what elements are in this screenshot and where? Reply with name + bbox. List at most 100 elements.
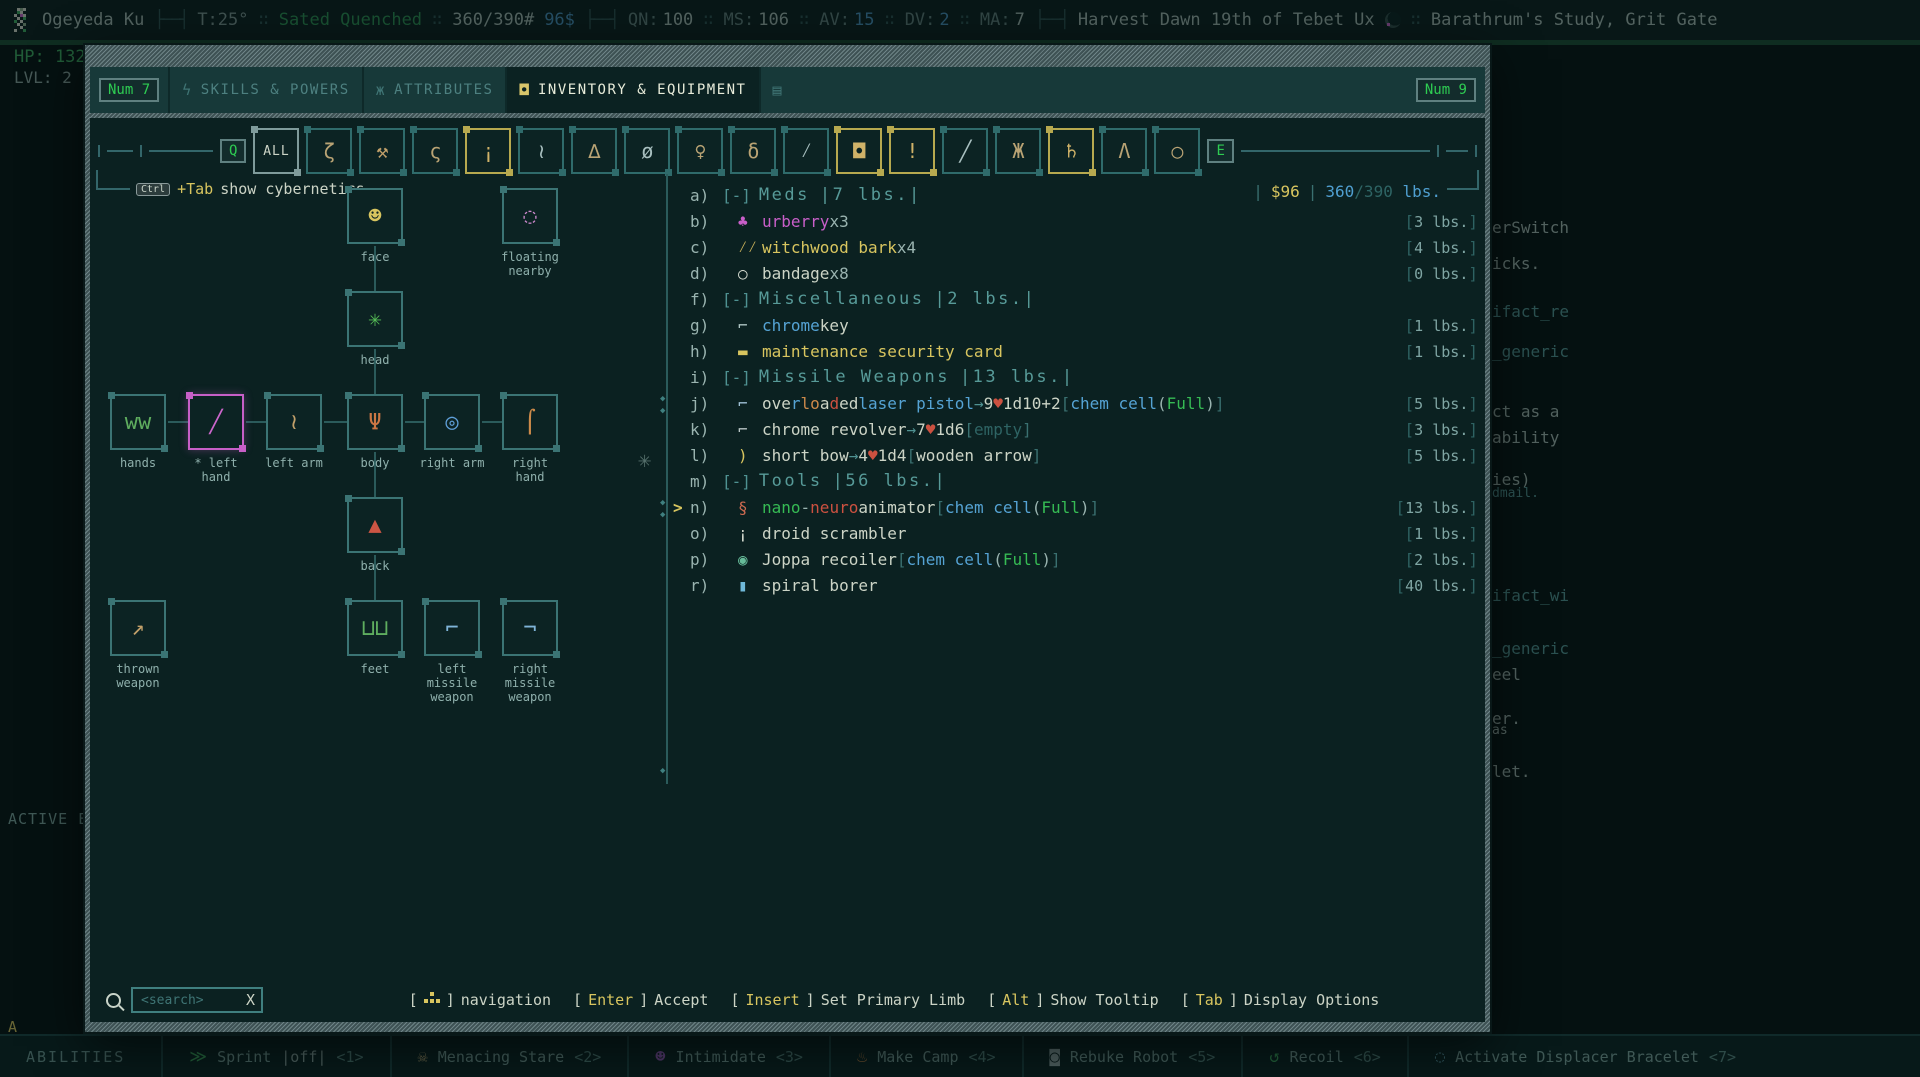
bracket: [	[1395, 497, 1406, 517]
item-letter: b)	[690, 211, 710, 231]
item-name-segment: Full	[1002, 549, 1042, 569]
equipment-slot-back[interactable]: ▲	[345, 495, 405, 555]
slot-connector-line	[324, 421, 347, 423]
inventory-item-k[interactable]: k) ⌐ chrome revolver → 7 ♥ 1d6 [empty] [3 lbs…	[690, 416, 1478, 442]
filter-cudgels[interactable]: ς	[410, 126, 461, 176]
equipment-slot-thrown-weapon[interactable]: ↗	[108, 598, 168, 658]
equipment-slot-feet[interactable]: ⊔⊔	[345, 598, 405, 658]
thrown-weapon-slot-label: thrown weapon	[116, 662, 160, 690]
filter-energy-cells[interactable]: ¡	[463, 126, 514, 176]
equipment-slot-right-hand[interactable]: ⌠	[500, 392, 560, 452]
tab-journal[interactable]: ▤JOURNAL	[758, 67, 788, 113]
equipment-slot-left-hand[interactable]: ╱	[186, 392, 246, 452]
tab-attributes[interactable]: ж ATTRIBUTES	[361, 67, 506, 113]
bags-filter-icon: ◘	[853, 139, 866, 163]
collapse-toggle[interactable]: [-]	[722, 368, 751, 387]
filter-blades[interactable]: ╱	[940, 126, 991, 176]
inventory-item-o[interactable]: o) ¡ droid scrambler [1 lbs.]	[690, 520, 1478, 546]
equipment-slot-right-arm[interactable]: ◎	[422, 392, 482, 452]
weight-value: 4 lbs.	[1414, 238, 1469, 257]
inventory-item-h[interactable]: h) ▬ maintenance security card [1 lbs.]	[690, 338, 1478, 364]
hint-key: Tab	[1195, 991, 1223, 1009]
filter-wands[interactable]: ⁄	[781, 126, 832, 176]
filter-all[interactable]: ALL	[251, 126, 302, 176]
bracket: ]	[639, 991, 649, 1009]
inventory-item-l[interactable]: l)) short bow → 4 ♥ 1d4 [wooden arrow] [5 lb…	[690, 442, 1478, 468]
filter-injectors[interactable]: !	[887, 126, 938, 176]
equipment-slot-floating-nearby[interactable]: ◌	[500, 186, 560, 246]
slot-connector-line	[246, 421, 266, 423]
collapse-toggle[interactable]: [-]	[722, 186, 751, 205]
equipment-slot-right-missile-weapon[interactable]: ¬	[500, 598, 560, 658]
filter-axes[interactable]: ⚒	[357, 126, 408, 176]
weight-value: 40 lbs.	[1405, 576, 1469, 595]
weight-value: 13 lbs.	[1405, 498, 1469, 517]
inventory-item-r[interactable]: r) ▮ spiral borer [40 lbs.]	[690, 572, 1478, 598]
equipment-slot-head[interactable]: ✳	[345, 289, 405, 349]
filter-grenades[interactable]: ø	[622, 126, 673, 176]
cybernetics-hint: Ctrl +Tab show cybernetics	[136, 180, 365, 198]
item-name-segment: -	[800, 497, 811, 517]
weight-value: 3 lbs.	[1414, 212, 1469, 231]
item-name-segment: r	[790, 393, 801, 413]
filter-amulets[interactable]: ♀	[675, 126, 726, 176]
category-title: Miscellaneous	[758, 289, 925, 309]
bracket: ]	[1468, 445, 1478, 465]
bracket: ]	[1468, 263, 1478, 283]
equipment-slot-left-arm[interactable]: ≀	[264, 392, 324, 452]
bracket: ]	[1468, 211, 1478, 231]
equipment-slot-face[interactable]: ☻	[345, 186, 405, 246]
selection-cursor: >	[673, 497, 683, 517]
key-hints: [] navigation [Enter] Accept [Insert] Set Pri…	[409, 991, 1380, 1009]
inventory-item-j[interactable]: j) ⌐ ove r lo a d ed laser pistol → 9 ♥ 1d10+2 [c…	[690, 390, 1478, 416]
item-name-segment: ]	[1022, 419, 1032, 439]
search-box[interactable]: X	[131, 987, 263, 1013]
bracket: ]	[1468, 575, 1478, 595]
item-name-segment: 4	[858, 445, 868, 465]
collapse-toggle[interactable]: [-]	[722, 290, 751, 309]
inventory-item-n[interactable]: > n) § nano - neuro animator [chem cell (Full…	[673, 494, 1479, 520]
item-weight: [13 lbs.]	[1396, 498, 1479, 517]
inventory-item-c[interactable]: c) ⁄⁄ witchwood bark x4 [4 lbs.]	[690, 234, 1478, 260]
equipment-slot-hands[interactable]: ww	[108, 392, 168, 452]
filter-bags[interactable]: ◘	[834, 126, 885, 176]
tab-inventory[interactable]: ◘ INVENTORY & EQUIPMENT	[505, 67, 759, 113]
inventory-category-f[interactable]: f) [-] Miscellaneous |2 lbs.|	[690, 286, 1478, 312]
item-name-segment: wooden arrow	[916, 445, 1032, 465]
filter-hookahs[interactable]: ♄	[1046, 126, 1097, 176]
filter-armor[interactable]: Ж	[993, 126, 1044, 176]
bracket: [	[408, 991, 418, 1009]
tab-skills[interactable]: ϟ SKILLS & POWERS	[168, 67, 361, 113]
inventory-category-a[interactable]: a) [-] Meds |7 lbs.|	[690, 182, 1478, 208]
category-title: Meds	[758, 185, 810, 205]
hint-key: Enter	[588, 991, 634, 1009]
collapse-toggle[interactable]: [-]	[722, 472, 751, 491]
item-name-segment: d	[829, 393, 840, 413]
cybernetics-hint-text: show cybernetics	[220, 180, 365, 198]
search-input[interactable]	[139, 991, 242, 1009]
inventory-category-m[interactable]: m) [-] Tools |56 lbs.|	[690, 468, 1478, 494]
inventory-item-p[interactable]: p) ◉ Joppa recoiler [chem cell (Full)] [2 l…	[690, 546, 1478, 572]
filter-furs[interactable]: Λ	[1099, 126, 1150, 176]
filter-food[interactable]: ζ	[304, 126, 355, 176]
hands-item-icon: ww	[124, 409, 152, 435]
furs-filter-icon: Λ	[1118, 139, 1131, 163]
right-hand-item-icon: ⌠	[523, 409, 537, 435]
inventory-category-i[interactable]: i) [-] Missile Weapons |13 lbs.|	[690, 364, 1478, 390]
equipment-slot-body[interactable]: Ψ	[345, 392, 405, 452]
bracket: ]	[1468, 523, 1478, 543]
filter-rings[interactable]: ○	[1152, 126, 1203, 176]
inventory-item-g[interactable]: g) ⌐ chrome key [1 lbs.]	[690, 312, 1478, 338]
hands-slot-label: hands	[119, 456, 157, 470]
inventory-item-b[interactable]: b) ♣ urberry x3 [3 lbs.]	[690, 208, 1478, 234]
inventory-item-d[interactable]: d) ○ bandage x8 [0 lbs.]	[690, 260, 1478, 286]
item-letter: k)	[690, 419, 710, 439]
filter-jugs[interactable]: δ	[728, 126, 779, 176]
item-name-segment: 1d4	[877, 445, 907, 465]
clear-search-button[interactable]: X	[246, 991, 255, 1009]
filter-tonics[interactable]: ≀	[516, 126, 567, 176]
bracket: [	[1404, 237, 1415, 257]
filter-light-sources[interactable]: ∆	[569, 126, 620, 176]
equipment-slot-left-missile-weapon[interactable]: ⌐	[422, 598, 482, 658]
item-name-segment: empty	[973, 419, 1023, 439]
